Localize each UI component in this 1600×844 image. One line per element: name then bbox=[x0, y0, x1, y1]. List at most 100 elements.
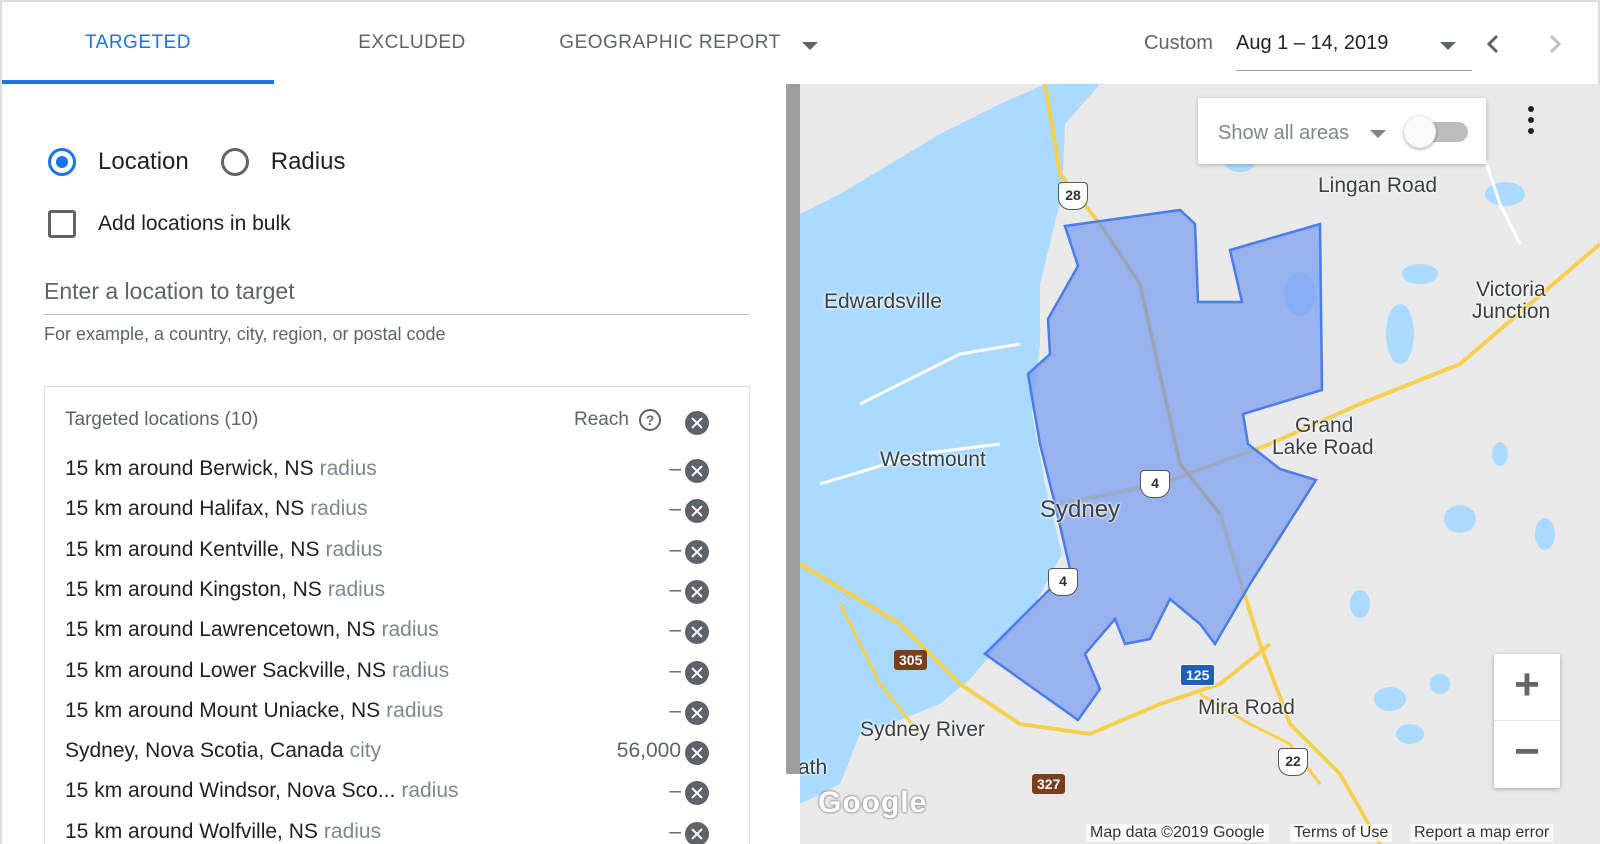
date-preset-label[interactable]: Custom bbox=[1144, 32, 1213, 55]
tab-targeted[interactable]: TARGETED bbox=[2, 2, 274, 84]
location-name: 15 km around Windsor, Nova Sco... bbox=[65, 779, 396, 803]
targeted-locations-header: Targeted locations (10) bbox=[65, 409, 259, 430]
map-label-grand: Grand bbox=[1295, 414, 1354, 437]
chevron-right-icon[interactable] bbox=[1542, 32, 1566, 56]
map-attribution: Map data ©2019 Google bbox=[1086, 824, 1269, 842]
location-type: radius bbox=[325, 537, 383, 561]
highway-327-marker: 327 bbox=[1032, 774, 1066, 794]
location-name: 15 km around Mount Uniacke, NS bbox=[65, 698, 381, 722]
location-reach: – bbox=[669, 577, 681, 601]
zoom-out-button[interactable]: − bbox=[1494, 721, 1560, 787]
location-name: 15 km around Wolfville, NS bbox=[65, 819, 318, 843]
tab-geographic-report[interactable]: GEOGRAPHIC REPORT bbox=[550, 2, 790, 84]
location-radio-label[interactable]: Location bbox=[98, 148, 189, 176]
zoom-in-button[interactable]: + bbox=[1494, 654, 1560, 721]
location-row: Sydney, Nova Scotia, Canada city 56,000 bbox=[45, 731, 751, 771]
location-row: 15 km around Halifax, NS radius – bbox=[45, 489, 751, 529]
location-input-hint: For example, a country, city, region, or… bbox=[44, 324, 446, 344]
radius-radio-label[interactable]: Radius bbox=[271, 148, 346, 176]
bulk-locations-checkbox[interactable] bbox=[48, 210, 76, 238]
remove-all-icon[interactable] bbox=[685, 411, 709, 435]
location-search-input[interactable] bbox=[44, 268, 750, 315]
location-type: radius bbox=[391, 658, 450, 682]
remove-location-icon[interactable] bbox=[685, 700, 709, 725]
remove-location-icon[interactable] bbox=[685, 821, 709, 844]
map-label-mira-road: Mira Road bbox=[1198, 696, 1295, 719]
remove-location-icon[interactable] bbox=[685, 579, 709, 604]
location-type: radius bbox=[327, 577, 386, 601]
location-row: 15 km around Kingston, NS radius – bbox=[45, 570, 751, 610]
location-type: radius bbox=[381, 618, 439, 642]
tab-excluded[interactable]: EXCLUDED bbox=[302, 2, 522, 84]
map-label-lake-road: Lake Road bbox=[1272, 436, 1374, 459]
highway-305-marker: 305 bbox=[894, 650, 928, 670]
highway-4-shield: 4 bbox=[1048, 568, 1078, 596]
location-row: 15 km around Berwick, NS radius – bbox=[45, 449, 751, 489]
date-range-value[interactable]: Aug 1 – 14, 2019 bbox=[1236, 32, 1388, 55]
remove-location-icon[interactable] bbox=[685, 660, 709, 685]
location-reach: – bbox=[669, 537, 681, 561]
location-name: Sydney, Nova Scotia, Canada bbox=[65, 739, 344, 763]
location-label: 15 km around Halifax, NS radius bbox=[65, 497, 367, 521]
panel-scrollbar[interactable] bbox=[786, 84, 800, 774]
targeted-locations-list: Targeted locations (10) Reach ? 15 km ar… bbox=[44, 386, 750, 844]
show-all-dropdown-icon[interactable] bbox=[1370, 130, 1386, 138]
bulk-locations-row: Add locations in bulk bbox=[48, 206, 291, 242]
location-row: 15 km around Mount Uniacke, NS radius – bbox=[45, 691, 751, 731]
location-reach: – bbox=[669, 618, 681, 642]
show-all-areas-control[interactable]: Show all areas bbox=[1198, 98, 1486, 164]
radius-radio[interactable] bbox=[220, 148, 249, 176]
map-label-sydney: Sydney bbox=[1040, 496, 1121, 523]
map-label-junction: Junction bbox=[1472, 300, 1551, 323]
map-label-edwardsville: Edwardsville bbox=[824, 290, 942, 313]
chevron-left-icon[interactable] bbox=[1482, 32, 1506, 56]
date-range-dropdown-icon[interactable] bbox=[1440, 42, 1456, 50]
location-targeting-panel: Location Radius Add locations in bulk Fo… bbox=[0, 84, 786, 844]
map-view[interactable]: Lingan Road Edwardsville d Victoria Junc… bbox=[800, 84, 1600, 844]
google-logo: Google bbox=[818, 786, 928, 819]
remove-location-icon[interactable] bbox=[685, 499, 709, 524]
remove-location-icon[interactable] bbox=[685, 741, 709, 766]
location-reach: 56,000 bbox=[616, 739, 681, 763]
geographic-report-dropdown-icon[interactable] bbox=[802, 42, 818, 50]
help-icon[interactable]: ? bbox=[639, 409, 661, 431]
highway-22-shield: 22 bbox=[1278, 748, 1308, 776]
location-type: radius bbox=[323, 819, 382, 843]
remove-location-icon[interactable] bbox=[685, 781, 709, 806]
map-label-victoria: Victoria bbox=[1476, 278, 1546, 301]
show-all-toggle[interactable] bbox=[1404, 116, 1436, 148]
more-options-icon[interactable] bbox=[1528, 106, 1534, 136]
location-reach: – bbox=[669, 779, 681, 803]
location-name: 15 km around Lawrencetown, NS bbox=[65, 618, 376, 642]
location-reach: – bbox=[669, 698, 681, 722]
location-name: 15 km around Berwick, NS bbox=[65, 457, 314, 480]
location-type: radius bbox=[401, 779, 459, 803]
report-map-error-link[interactable]: Report a map error bbox=[1410, 824, 1554, 842]
location-label: 15 km around Lawrencetown, NS radius bbox=[65, 618, 439, 642]
location-name: 15 km around Halifax, NS bbox=[65, 497, 305, 521]
terms-of-use-link[interactable]: Terms of Use bbox=[1290, 824, 1393, 842]
zoom-controls: + − bbox=[1494, 654, 1560, 788]
location-label: 15 km around Berwick, NS radius bbox=[65, 457, 377, 481]
date-range-underline bbox=[1236, 70, 1472, 71]
location-type: radius bbox=[310, 497, 368, 521]
reach-column-header: Reach bbox=[574, 409, 629, 430]
remove-location-icon[interactable] bbox=[685, 459, 709, 483]
location-type: radius bbox=[319, 457, 377, 480]
location-mode-group: Location Radius bbox=[48, 142, 345, 182]
location-row: 15 km around Kentville, NS radius – bbox=[45, 530, 751, 570]
remove-location-icon[interactable] bbox=[685, 620, 709, 645]
highway-4-shield: 4 bbox=[1140, 470, 1170, 498]
bulk-locations-label[interactable]: Add locations in bulk bbox=[98, 212, 291, 236]
location-label: 15 km around Mount Uniacke, NS radius bbox=[65, 699, 443, 723]
location-radio[interactable] bbox=[48, 148, 76, 176]
top-tab-bar: TARGETED EXCLUDED GEOGRAPHIC REPORT Cust… bbox=[0, 0, 1600, 84]
location-name: 15 km around Lower Sackville, NS bbox=[65, 658, 386, 682]
location-type: city bbox=[349, 739, 382, 763]
location-label: 15 km around Windsor, Nova Sco... radius bbox=[65, 779, 459, 803]
remove-location-icon[interactable] bbox=[685, 539, 709, 564]
location-reach: – bbox=[669, 819, 681, 843]
show-all-areas-label[interactable]: Show all areas bbox=[1218, 122, 1349, 145]
location-reach: – bbox=[669, 658, 681, 682]
location-type: radius bbox=[386, 698, 444, 722]
